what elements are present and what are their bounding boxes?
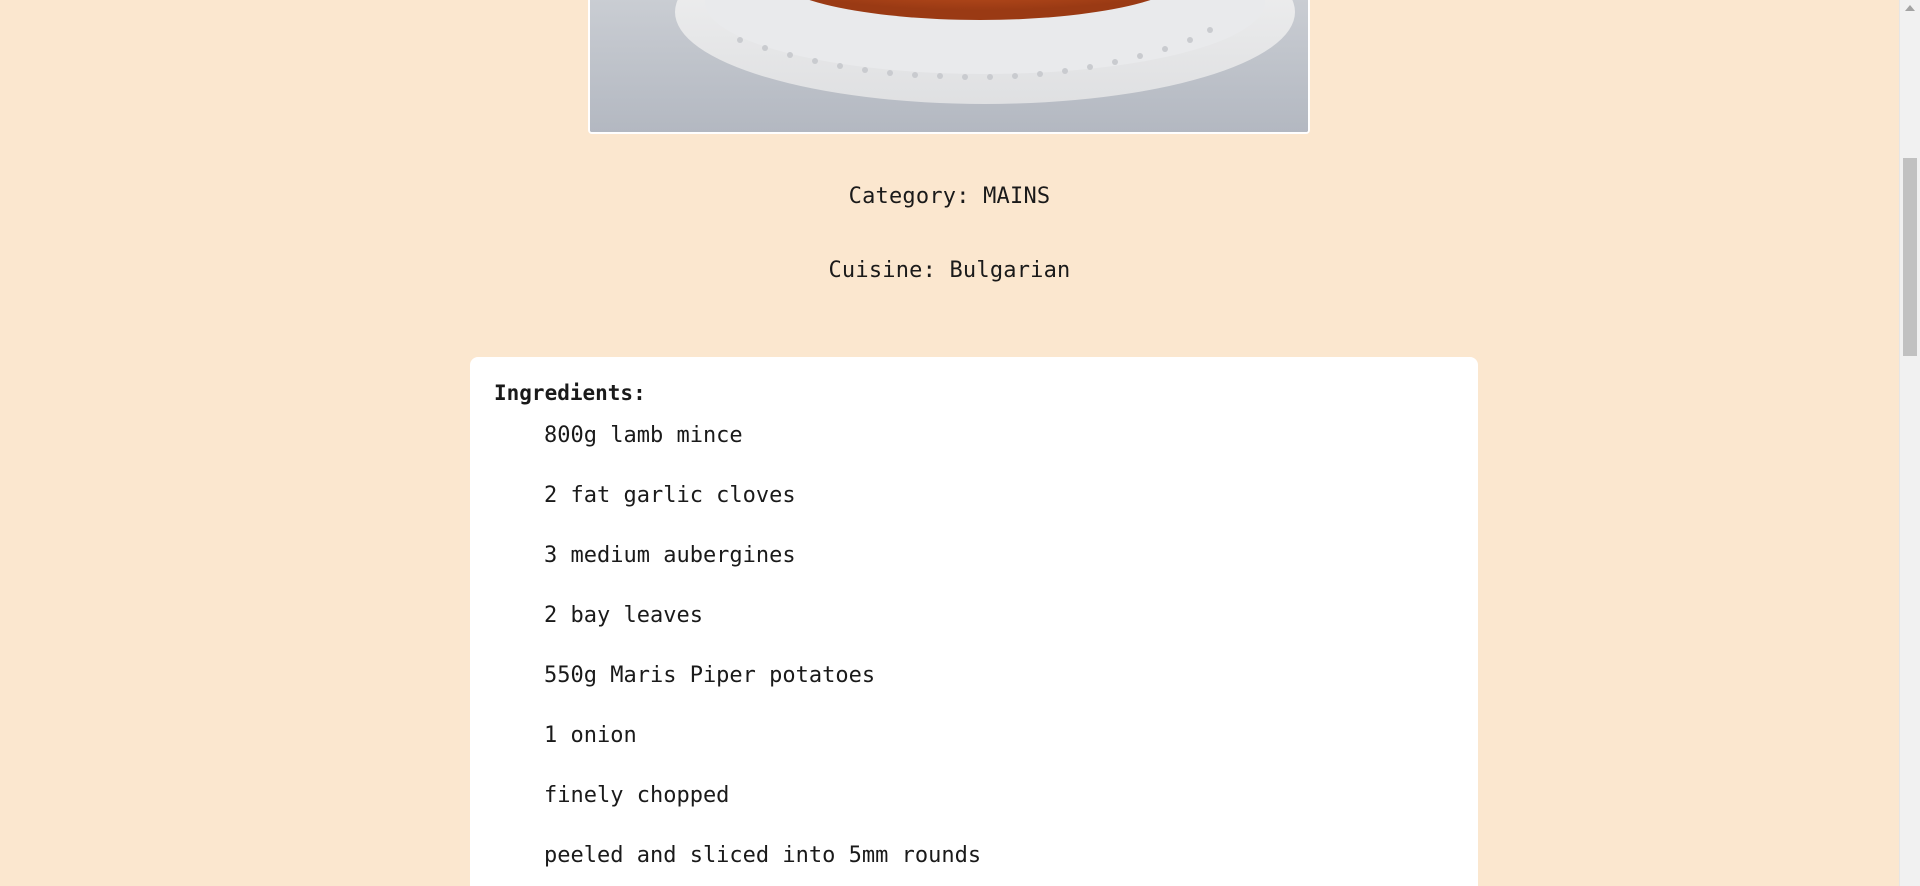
ingredients-card: Ingredients: 800g lamb mince 2 fat garli… bbox=[470, 357, 1478, 886]
ingredient-item: 2 fat garlic cloves bbox=[544, 483, 796, 508]
ingredient-item: 550g Maris Piper potatoes bbox=[544, 663, 876, 688]
ingredient-item: 2 bay leaves bbox=[544, 603, 703, 628]
ingredient-item: 1 onion bbox=[544, 723, 637, 748]
scrollbar-thumb[interactable] bbox=[1903, 158, 1917, 356]
recipe-category: Category: MAINS bbox=[848, 184, 1051, 209]
page-scrollbar[interactable] bbox=[1899, 0, 1920, 886]
ingredient-item: 800g lamb mince bbox=[544, 423, 743, 448]
recipe-image bbox=[588, 0, 1310, 134]
ingredients-list: 800g lamb mince 2 fat garlic cloves 3 me… bbox=[494, 423, 1454, 869]
ingredient-item: peeled and sliced into 5mm rounds bbox=[544, 843, 982, 868]
ingredients-title: Ingredients: bbox=[494, 381, 646, 405]
recipe-cuisine: Cuisine: Bulgarian bbox=[828, 258, 1071, 283]
scroll-up-icon[interactable] bbox=[1905, 5, 1915, 11]
ingredient-item: 3 medium aubergines bbox=[544, 543, 796, 568]
ingredient-item: finely chopped bbox=[544, 783, 730, 808]
recipe-page: Category: MAINS Cuisine: Bulgarian Ingre… bbox=[0, 0, 1899, 886]
